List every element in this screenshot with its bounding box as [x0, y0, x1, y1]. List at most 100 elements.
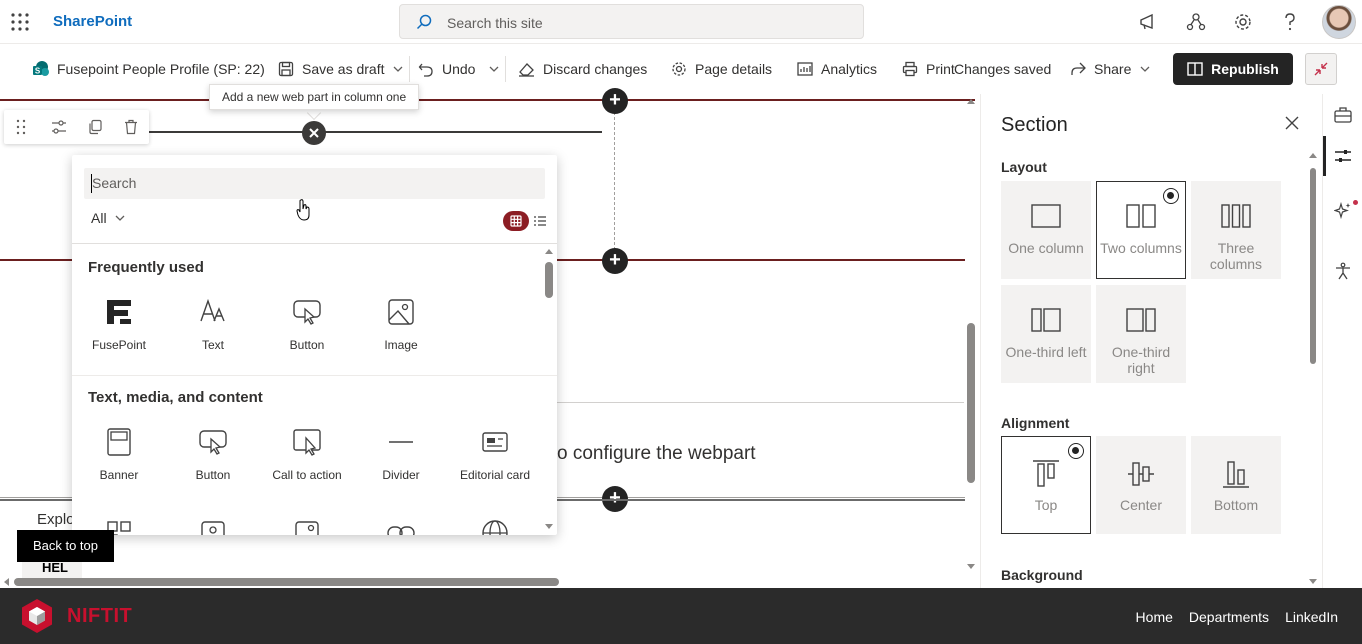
button-icon: [260, 292, 354, 332]
layout-one-third-right[interactable]: One-third right: [1096, 285, 1186, 383]
scroll-down-arrow-icon[interactable]: [966, 563, 976, 571]
webpart-search-input[interactable]: Search: [84, 168, 545, 199]
link-icon: [354, 513, 448, 535]
back-to-top-button[interactable]: Back to top: [17, 530, 114, 562]
alignment-top[interactable]: Top: [1001, 436, 1091, 534]
analytics-button[interactable]: Analytics: [797, 58, 877, 80]
brand-name[interactable]: SharePoint: [53, 13, 132, 30]
save-as-draft-button[interactable]: Save as draft: [278, 58, 385, 80]
layout-one-column[interactable]: One column: [1001, 181, 1091, 279]
webpart-partial[interactable]: [260, 513, 354, 535]
webpart-label: FusePoint: [91, 338, 147, 352]
niftit-logo-icon[interactable]: [20, 598, 54, 634]
webpart-button[interactable]: Button: [260, 292, 354, 352]
webpart-image[interactable]: Image: [354, 292, 448, 352]
properties-sliders-icon[interactable]: [1334, 147, 1352, 165]
save-dropdown-chevron-icon[interactable]: [393, 64, 403, 74]
webpart-fusepoint[interactable]: FusePoint: [72, 292, 166, 352]
fusepoint-logo-icon: [72, 292, 166, 332]
accessibility-icon[interactable]: [1334, 262, 1352, 280]
webpart-divider[interactable]: Divider: [354, 422, 448, 482]
editorial-card-icon: [448, 422, 542, 462]
site-search-input[interactable]: Search this site: [399, 4, 864, 39]
printer-icon: [902, 61, 918, 77]
add-section-button[interactable]: +: [602, 88, 628, 114]
webpart-partial[interactable]: [166, 513, 260, 535]
webpart-banner[interactable]: Banner: [72, 422, 166, 482]
layout-three-columns[interactable]: Three columns: [1191, 181, 1281, 279]
webpart-partial[interactable]: [354, 513, 448, 535]
add-section-button[interactable]: +: [602, 248, 628, 274]
footer-link-departments[interactable]: Departments: [1189, 609, 1269, 625]
picker-scrollbar[interactable]: [545, 262, 553, 298]
collapse-pane-button[interactable]: [1305, 53, 1337, 85]
close-pane-icon[interactable]: [1285, 116, 1299, 130]
undo-dropdown-chevron-icon[interactable]: [489, 64, 499, 74]
call-to-action-icon: [260, 422, 354, 462]
share-dropdown-chevron-icon[interactable]: [1140, 64, 1150, 74]
webpart-picker: Search All Frequently used FusePoint Tex…: [72, 155, 557, 535]
scroll-up-arrow-icon[interactable]: [544, 247, 554, 255]
alignment-bottom[interactable]: Bottom: [1191, 436, 1281, 534]
scroll-down-arrow-icon[interactable]: [544, 523, 554, 531]
webpart-text[interactable]: Text: [166, 292, 260, 352]
align-center-icon: [1097, 459, 1185, 489]
duplicate-icon[interactable]: [87, 119, 103, 135]
footer-links: Home Departments LinkedIn: [1136, 609, 1338, 625]
print-button[interactable]: Print: [902, 58, 955, 80]
webpart-partial[interactable]: [448, 513, 542, 535]
delete-trash-icon[interactable]: [123, 119, 139, 135]
discard-changes-button[interactable]: Discard changes: [518, 58, 647, 80]
footer-link-linkedin[interactable]: LinkedIn: [1285, 609, 1338, 625]
scroll-up-arrow-icon[interactable]: [1308, 151, 1318, 159]
undo-button[interactable]: Undo: [418, 58, 475, 80]
webpart-call-to-action[interactable]: Call to action: [260, 422, 354, 482]
app-launcher-icon[interactable]: [10, 12, 30, 32]
scroll-left-arrow-icon[interactable]: [2, 577, 10, 587]
megaphone-icon[interactable]: [1138, 12, 1158, 32]
canvas-vertical-scrollbar[interactable]: [967, 323, 975, 483]
pane-scrollbar[interactable]: [1310, 168, 1316, 364]
republish-button[interactable]: Republish: [1173, 53, 1293, 85]
close-picker-button[interactable]: [302, 121, 326, 145]
category-filter-label: All: [91, 210, 107, 226]
category-title: Text, media, and content: [88, 389, 263, 406]
copilot-sparkle-icon[interactable]: [1334, 202, 1352, 220]
user-avatar[interactable]: [1322, 5, 1356, 39]
banner-icon: [72, 422, 166, 462]
discard-changes-label: Discard changes: [543, 61, 648, 77]
scroll-up-arrow-icon[interactable]: [966, 97, 976, 105]
share-button[interactable]: Share: [1070, 58, 1131, 80]
list-view-toggle-icon[interactable]: [534, 215, 546, 227]
layout-two-columns[interactable]: Two columns: [1096, 181, 1186, 279]
scroll-down-arrow-icon[interactable]: [1308, 578, 1318, 586]
webpart-editorial-card[interactable]: Editorial card: [448, 422, 542, 482]
canvas-horizontal-scrollbar[interactable]: [14, 578, 559, 586]
analytics-label: Analytics: [821, 61, 878, 77]
grid-view-toggle[interactable]: [503, 211, 529, 231]
two-columns-icon: [1097, 204, 1185, 228]
help-question-icon[interactable]: [1282, 12, 1298, 32]
toolbox-icon[interactable]: [1334, 106, 1352, 124]
svg-text:S: S: [35, 67, 41, 76]
save-status: Changes saved: [954, 58, 1051, 80]
separator: [505, 56, 506, 82]
align-top-icon: [1002, 459, 1090, 489]
edit-section-icon[interactable]: [51, 119, 67, 135]
logo-wordmark-accent: IT: [113, 605, 133, 627]
layout-one-third-left[interactable]: One-third left: [1001, 285, 1091, 383]
page-details-button[interactable]: Page details: [671, 58, 772, 80]
image-icon: [354, 292, 448, 332]
network-icon[interactable]: [1186, 12, 1206, 32]
column-top-border: [148, 131, 602, 133]
separator: [409, 56, 410, 82]
settings-gear-icon[interactable]: [1233, 12, 1253, 32]
alignment-center[interactable]: Center: [1096, 436, 1186, 534]
webpart-button[interactable]: Button: [166, 422, 260, 482]
alignment-option-label: Top: [1034, 497, 1058, 513]
analytics-chart-icon: [797, 62, 813, 76]
one-third-right-icon: [1097, 308, 1185, 332]
footer-link-home[interactable]: Home: [1136, 609, 1173, 625]
category-filter-dropdown[interactable]: All: [91, 210, 125, 226]
drag-handle-icon[interactable]: [16, 119, 26, 135]
